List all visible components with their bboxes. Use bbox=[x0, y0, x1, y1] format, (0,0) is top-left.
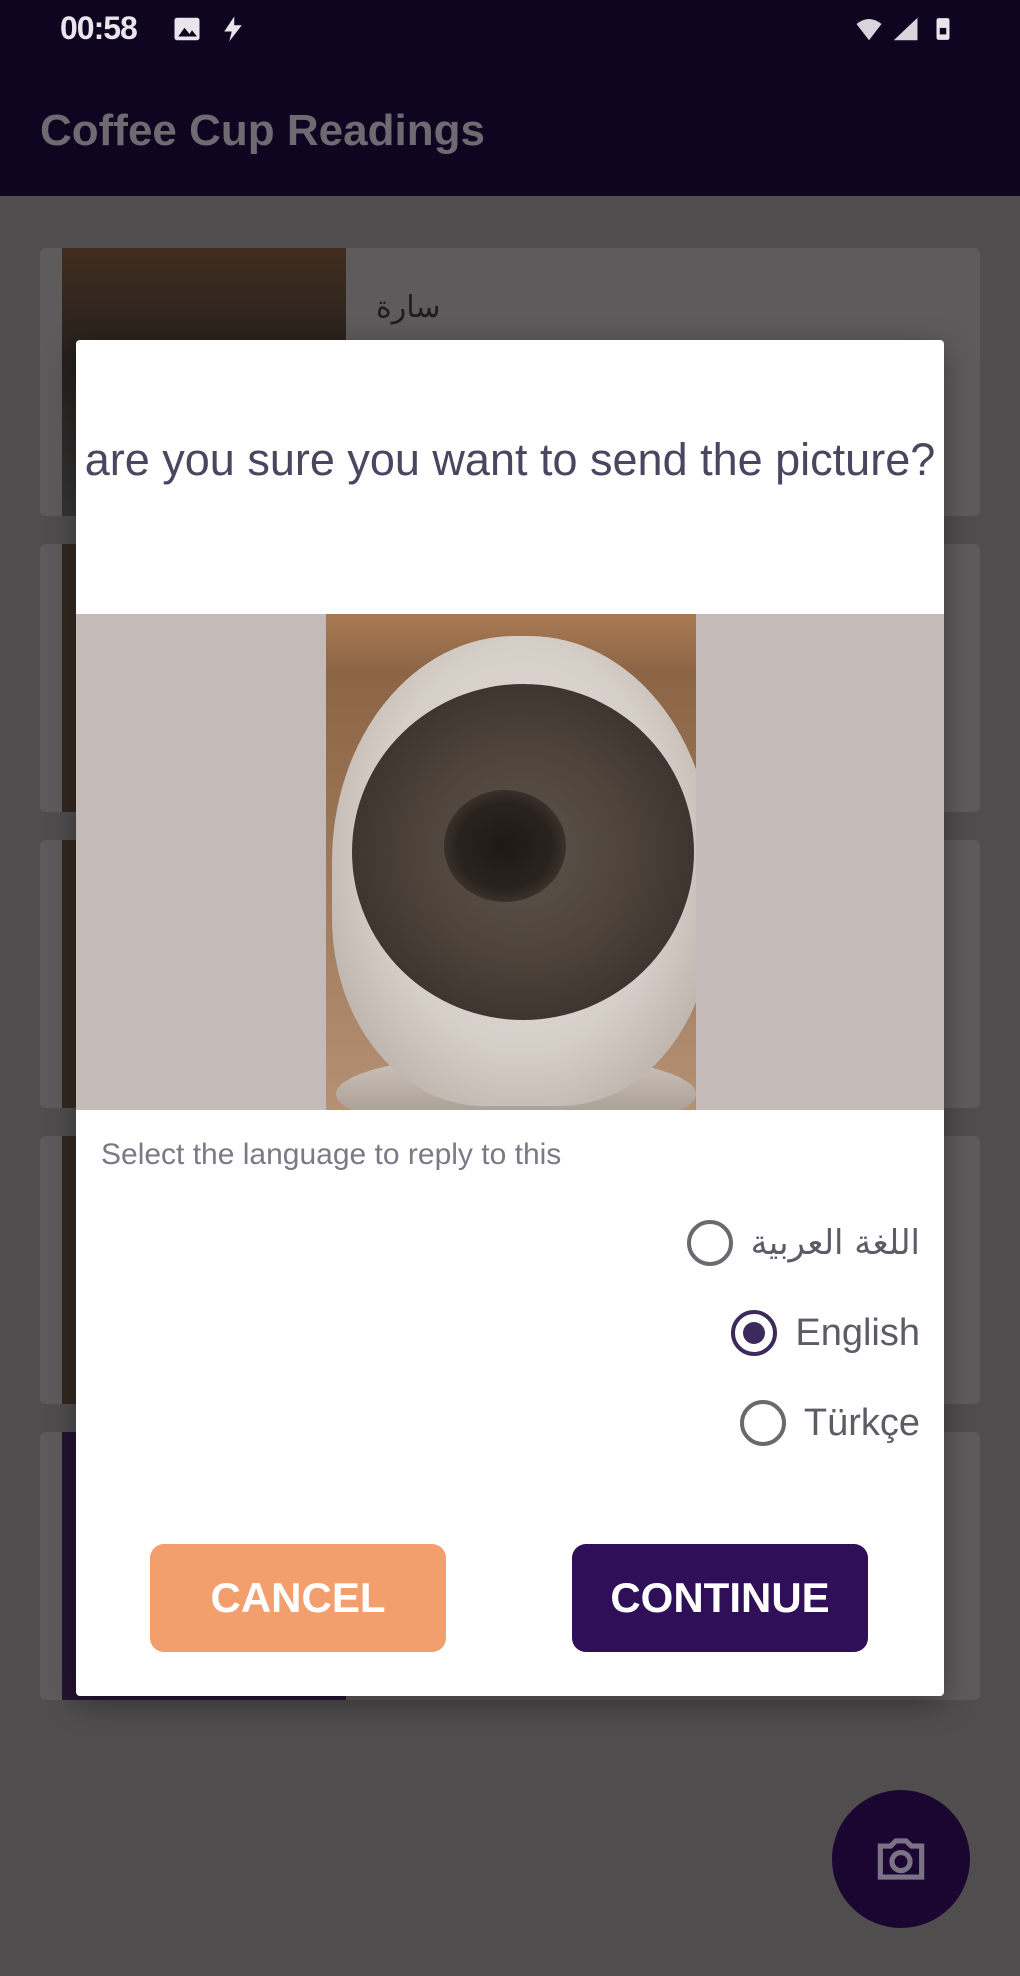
radio-option-arabic[interactable]: اللغة العربية bbox=[686, 1220, 920, 1266]
dialog-title: are you sure you want to send the pictur… bbox=[84, 434, 936, 485]
radio-button[interactable] bbox=[739, 1400, 786, 1446]
radio-button-checked[interactable] bbox=[731, 1310, 778, 1356]
language-prompt: Select the language to reply to this bbox=[101, 1138, 562, 1171]
radio-label: اللغة العربية bbox=[750, 1223, 920, 1263]
status-bar: 00:58 bbox=[0, 0, 1020, 60]
signal-icon bbox=[893, 17, 918, 41]
radio-button[interactable] bbox=[686, 1220, 733, 1266]
radio-option-english[interactable]: English bbox=[731, 1310, 920, 1356]
cancel-button[interactable]: CANCEL bbox=[150, 1544, 446, 1652]
camera-switch-icon bbox=[877, 1838, 925, 1880]
bolt-icon bbox=[224, 16, 242, 42]
app-title: Coffee Cup Readings bbox=[40, 106, 485, 155]
camera-fab[interactable] bbox=[832, 1790, 970, 1928]
radio-option-turkish[interactable]: Türkçe bbox=[739, 1400, 920, 1446]
continue-button[interactable]: CONTINUE bbox=[572, 1544, 868, 1652]
photo-preview bbox=[76, 614, 944, 1110]
image-icon bbox=[174, 17, 200, 41]
radio-label: Türkçe bbox=[803, 1401, 920, 1444]
send-picture-dialog: are you sure you want to send the pictur… bbox=[76, 340, 944, 1696]
battery-lock-icon bbox=[936, 18, 950, 40]
status-time: 00:58 bbox=[60, 10, 138, 46]
radio-label: English bbox=[795, 1311, 920, 1354]
wifi-icon bbox=[856, 19, 882, 41]
coffee-grounds bbox=[444, 790, 566, 902]
coffee-cup-photo bbox=[326, 614, 696, 1110]
